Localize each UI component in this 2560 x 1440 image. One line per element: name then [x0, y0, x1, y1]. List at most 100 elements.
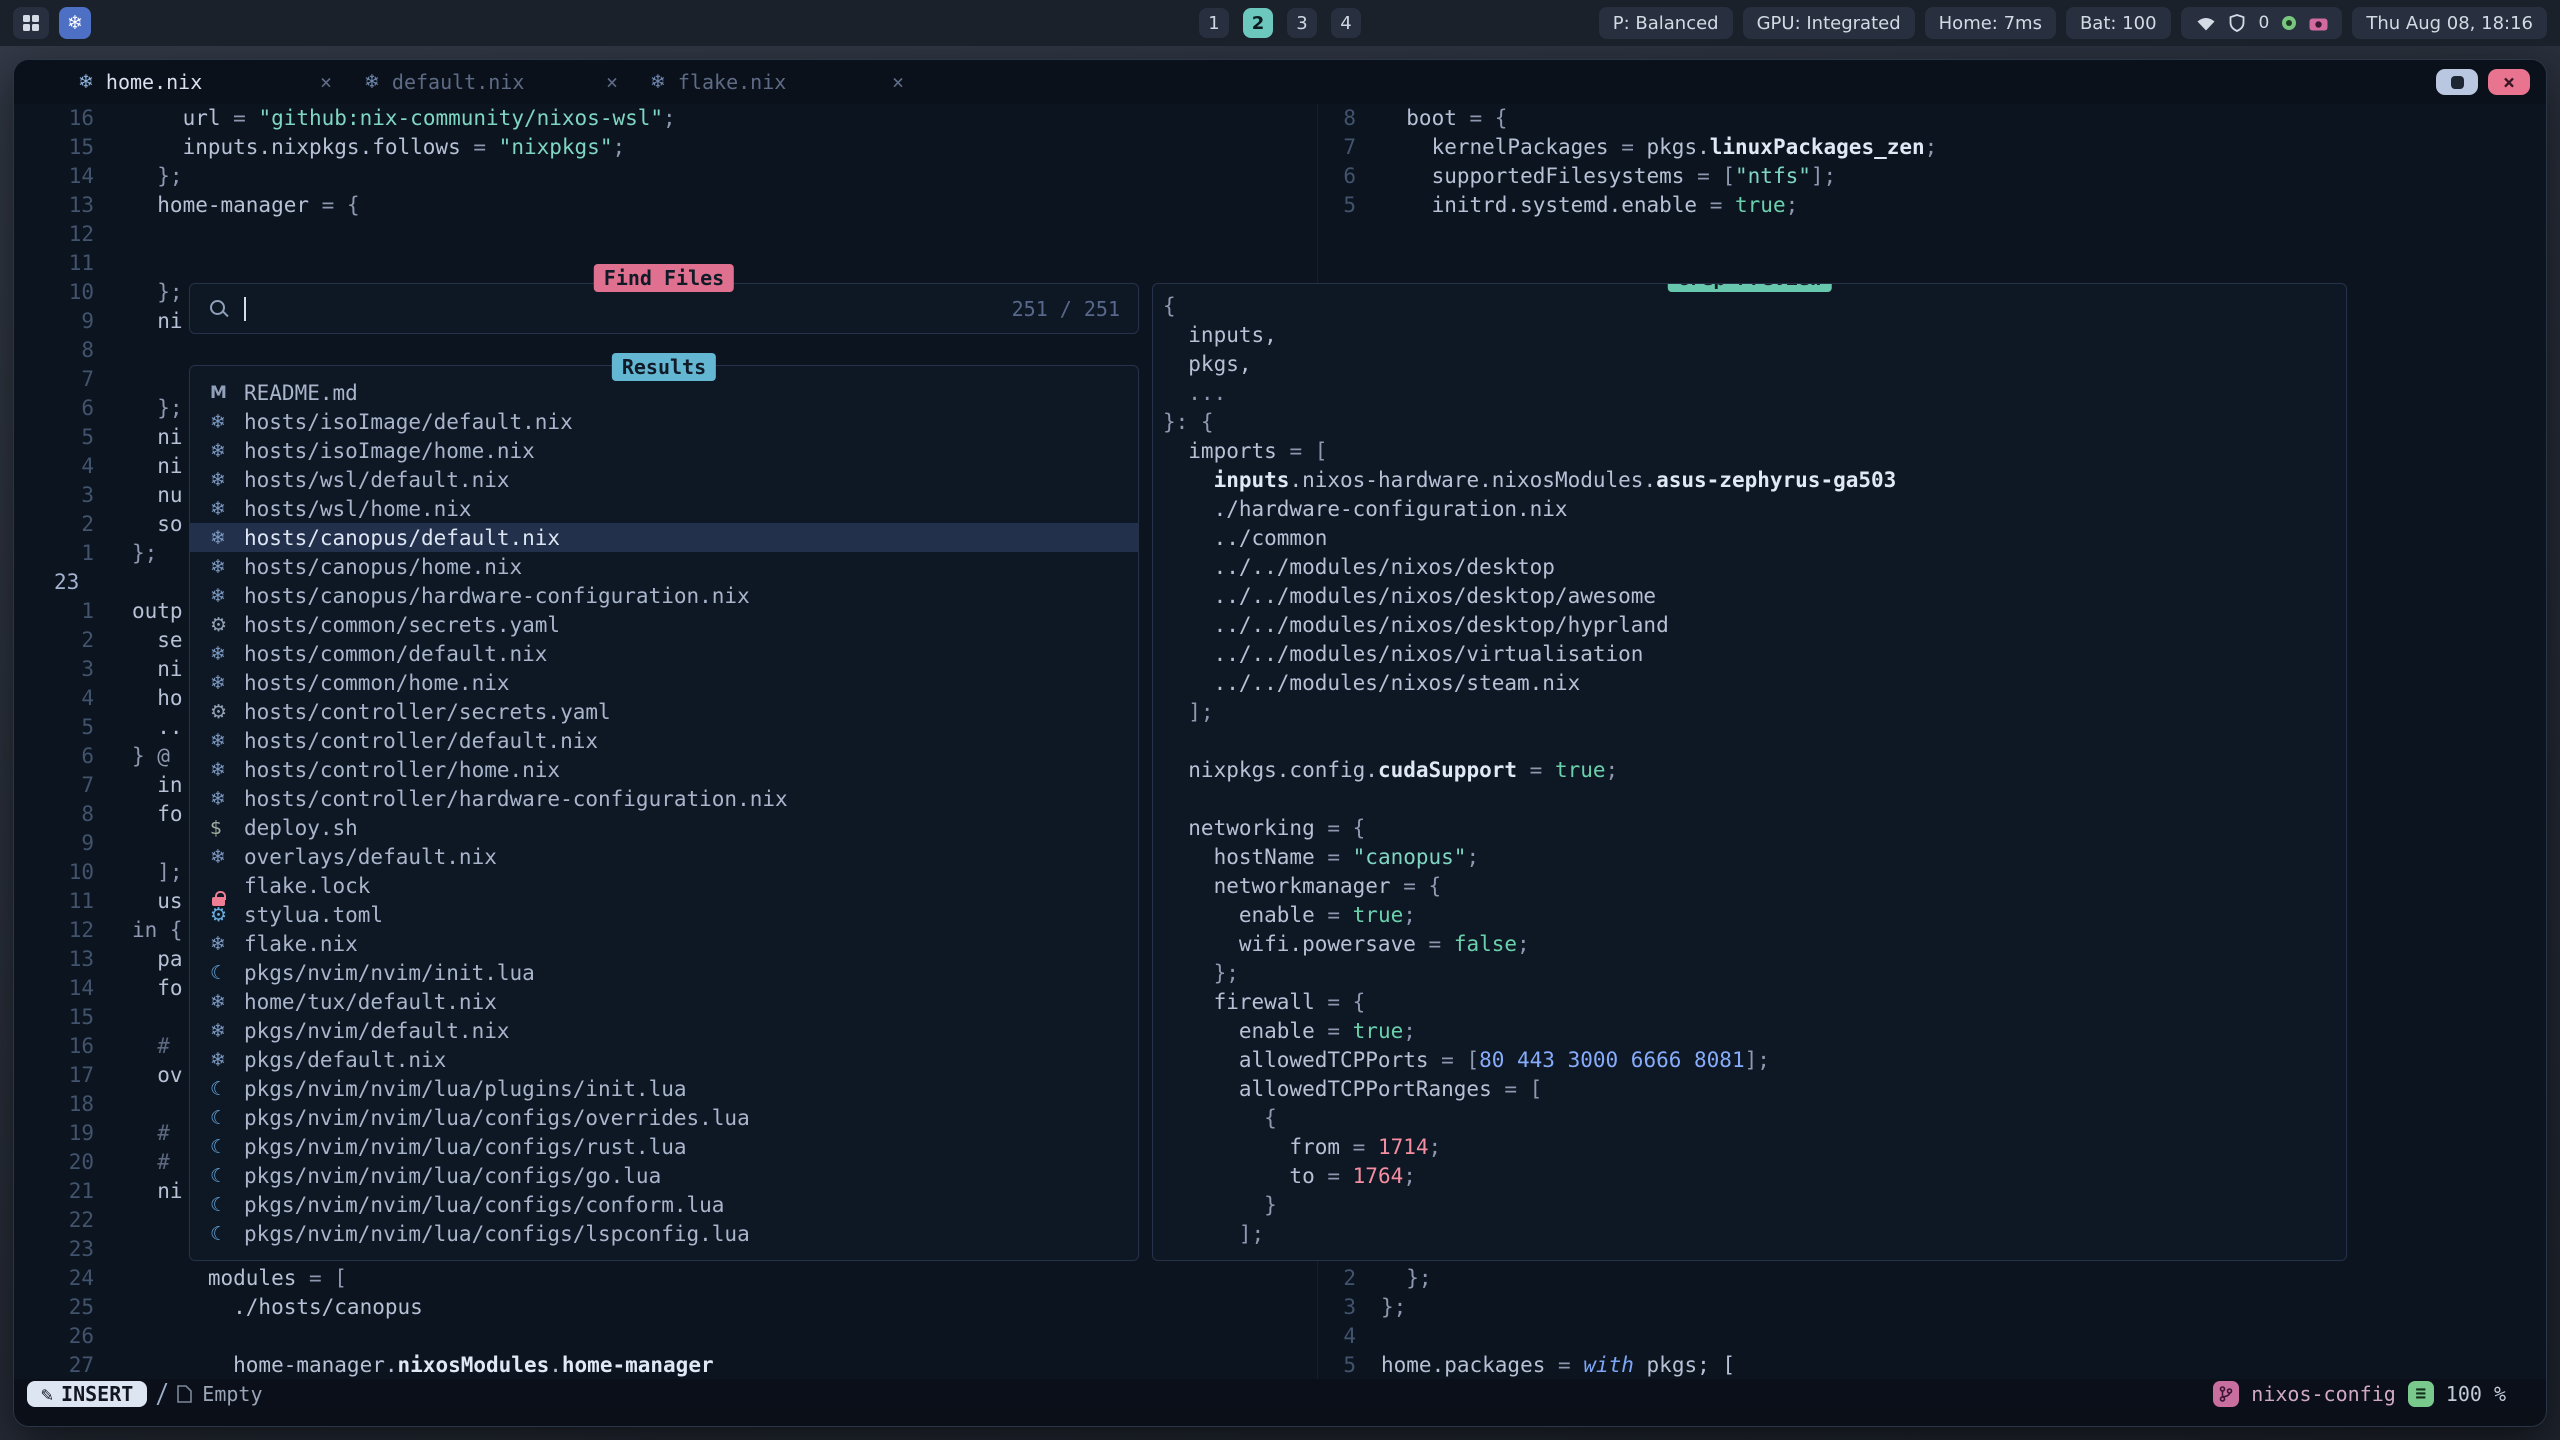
line-number: 22 [14, 1206, 94, 1235]
result-item[interactable]: ❄hosts/controller/hardware-configuration… [190, 784, 1138, 813]
code-line: 4 [1317, 1322, 2546, 1351]
workspace-4[interactable]: 4 [1331, 8, 1361, 38]
line-number: 9 [14, 829, 94, 858]
lines-chip: ≡ [2408, 1381, 2434, 1407]
nix-file-icon: ❄ [210, 991, 244, 1013]
result-filename: hosts/wsl/home.nix [244, 497, 472, 521]
workspace-3[interactable]: 3 [1287, 8, 1317, 38]
minimize-button[interactable] [2436, 69, 2478, 95]
result-item[interactable]: MREADME.md [190, 378, 1138, 407]
result-item[interactable]: ⚙stylua.toml [190, 900, 1138, 929]
result-item[interactable]: ❄hosts/canopus/hardware-configuration.ni… [190, 581, 1138, 610]
workspace-2[interactable]: 2 [1243, 8, 1273, 38]
lua-file-icon: ☾ [210, 1165, 244, 1187]
result-item[interactable]: ⚙hosts/common/secrets.yaml [190, 610, 1138, 639]
result-item[interactable]: ☾pkgs/nvim/nvim/lua/configs/rust.lua [190, 1132, 1138, 1161]
result-item[interactable]: ❄hosts/canopus/home.nix [190, 552, 1138, 581]
find-files-input[interactable]: Find Files 251 / 251 [189, 283, 1139, 334]
app-launcher-button[interactable] [13, 7, 49, 39]
result-counter: 251 / 251 [1012, 297, 1120, 321]
preview-line: inputs, [1163, 321, 2346, 350]
code-line: 13 home-manager = { [14, 191, 1317, 220]
repo-name: nixos-config [2251, 1382, 2396, 1406]
nix-file-icon: ❄ [210, 469, 244, 491]
nix-file-icon: ❄ [210, 730, 244, 752]
status-module: P: Balanced [1599, 7, 1733, 39]
code-line: 8 boot = { [1317, 104, 2546, 133]
nix-logo-glyph: ❄ [67, 12, 83, 34]
preview-line: ./hardware-configuration.nix [1163, 495, 2346, 524]
results-title: Results [612, 353, 716, 381]
result-item[interactable]: ❄pkgs/default.nix [190, 1045, 1138, 1074]
tray-indicators: 0 [2181, 7, 2343, 39]
result-item[interactable]: flake.lock [190, 871, 1138, 900]
result-item[interactable]: ❄hosts/isoImage/default.nix [190, 407, 1138, 436]
result-item[interactable]: ☾pkgs/nvim/nvim/init.lua [190, 958, 1138, 987]
status-module: Home: 7ms [1925, 7, 2056, 39]
result-filename: hosts/controller/hardware-configuration.… [244, 787, 788, 811]
result-item[interactable]: ☾pkgs/nvim/nvim/lua/configs/overrides.lu… [190, 1103, 1138, 1132]
result-item[interactable]: ⚙hosts/controller/secrets.yaml [190, 697, 1138, 726]
result-item[interactable]: ❄hosts/controller/default.nix [190, 726, 1138, 755]
tab-close-icon[interactable]: × [320, 70, 332, 94]
code-line: 5home.packages = with pkgs; [ [1317, 1351, 2546, 1379]
line-number: 19 [14, 1119, 94, 1148]
text-cursor [244, 297, 246, 321]
result-filename: hosts/isoImage/home.nix [244, 439, 535, 463]
tab-default.nix[interactable]: ❄default.nix× [364, 70, 644, 94]
find-files-title: Find Files [594, 264, 734, 292]
tab-close-icon[interactable]: × [892, 70, 904, 94]
result-item[interactable]: ☾pkgs/nvim/nvim/lua/configs/lspconfig.lu… [190, 1219, 1138, 1248]
tab-close-icon[interactable]: × [606, 70, 618, 94]
result-item[interactable]: ❄hosts/wsl/home.nix [190, 494, 1138, 523]
result-item[interactable]: ❄home/tux/default.nix [190, 987, 1138, 1016]
recording-indicator-icon [2281, 15, 2297, 31]
preview-line: ../../modules/nixos/desktop [1163, 553, 2346, 582]
result-filename: overlays/default.nix [244, 845, 497, 869]
code-line: 16 url = "github:nix-community/nixos-wsl… [14, 104, 1317, 133]
lua-file-icon: ☾ [210, 1078, 244, 1100]
result-item[interactable]: ❄hosts/common/home.nix [190, 668, 1138, 697]
clock[interactable]: Thu Aug 08, 18:16 [2352, 7, 2547, 39]
result-filename: flake.lock [244, 874, 370, 898]
workspace-1[interactable]: 1 [1199, 8, 1229, 38]
preview-line: ]; [1163, 698, 2346, 727]
result-item[interactable]: ☾pkgs/nvim/nvim/lua/plugins/init.lua [190, 1074, 1138, 1103]
result-item[interactable]: ❄pkgs/nvim/default.nix [190, 1016, 1138, 1045]
scroll-percent: 100 % [2446, 1382, 2506, 1406]
result-filename: home/tux/default.nix [244, 990, 497, 1014]
close-icon: × [2503, 72, 2515, 92]
result-item[interactable]: ❄hosts/controller/home.nix [190, 755, 1138, 784]
result-item[interactable]: ❄flake.nix [190, 929, 1138, 958]
result-filename: pkgs/default.nix [244, 1048, 446, 1072]
preview-line: ../../modules/nixos/steam.nix [1163, 669, 2346, 698]
nix-file-icon: ❄ [210, 411, 244, 433]
result-item[interactable]: ❄hosts/wsl/default.nix [190, 465, 1138, 494]
buffer-label: Empty [202, 1382, 262, 1406]
result-item[interactable]: $deploy.sh [190, 813, 1138, 842]
tab-label: home.nix [106, 70, 202, 94]
result-filename: pkgs/nvim/nvim/lua/configs/go.lua [244, 1164, 661, 1188]
line-number: 14 [14, 162, 94, 191]
result-filename: pkgs/nvim/nvim/lua/configs/conform.lua [244, 1193, 724, 1217]
close-button[interactable]: × [2488, 69, 2530, 95]
tab-home.nix[interactable]: ❄home.nix× [78, 70, 358, 94]
nix-logo[interactable]: ❄ [59, 7, 91, 39]
tab-label: flake.nix [678, 70, 786, 94]
tab-flake.nix[interactable]: ❄flake.nix× [650, 70, 930, 94]
result-item[interactable]: ❄hosts/common/default.nix [190, 639, 1138, 668]
nix-icon: ❄ [364, 71, 380, 93]
result-item[interactable]: ❄overlays/default.nix [190, 842, 1138, 871]
code-line: 26 [14, 1322, 1317, 1351]
status-module: GPU: Integrated [1743, 7, 1915, 39]
code-line: 6 supportedFilesystems = ["ntfs"]; [1317, 162, 2546, 191]
result-item[interactable]: ❄hosts/canopus/default.nix [190, 523, 1138, 552]
preview-line: firewall = { [1163, 988, 2346, 1017]
result-item[interactable]: ☾pkgs/nvim/nvim/lua/configs/go.lua [190, 1161, 1138, 1190]
pencil-icon: ✎ [41, 1382, 53, 1406]
result-item[interactable]: ☾pkgs/nvim/nvim/lua/configs/conform.lua [190, 1190, 1138, 1219]
lines-icon: ≡ [2415, 1383, 2426, 1404]
result-filename: hosts/canopus/hardware-configuration.nix [244, 584, 750, 608]
nix-file-icon: ❄ [210, 788, 244, 810]
result-item[interactable]: ❄hosts/isoImage/home.nix [190, 436, 1138, 465]
